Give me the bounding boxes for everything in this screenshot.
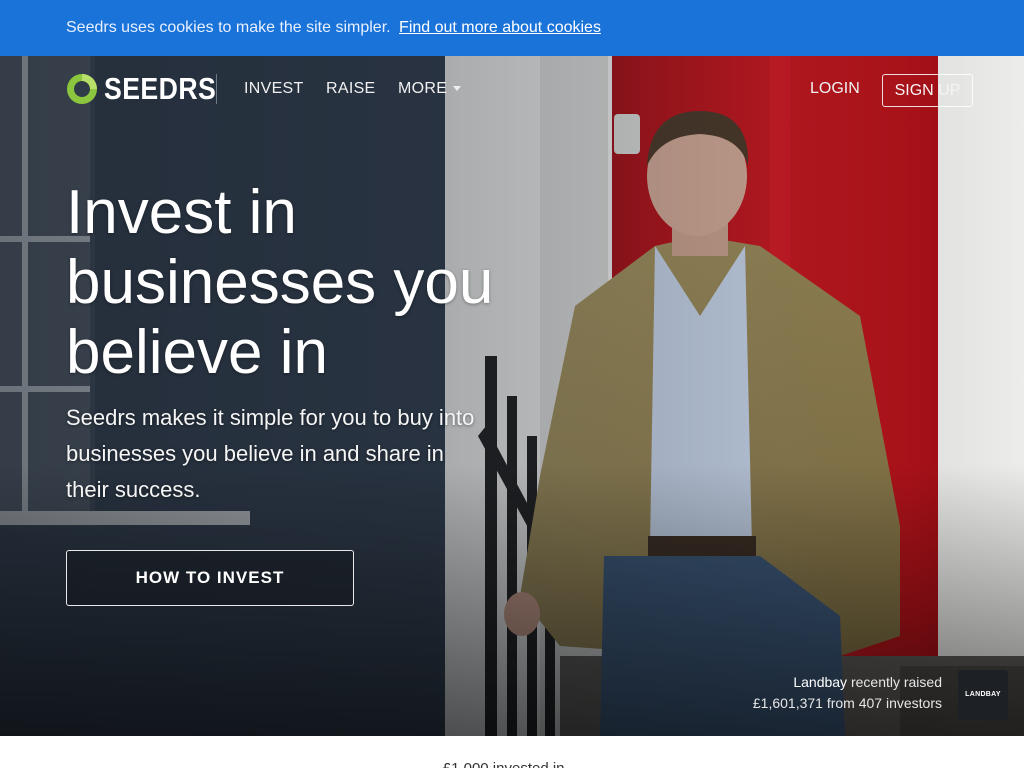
cookie-banner: Seedrs uses cookies to make the site sim… [0,0,1024,56]
nav-invest[interactable]: INVEST [244,80,304,98]
seedrs-logo-icon [67,74,97,104]
hero-section: SEEDRS INVEST RAISE MORE LOGIN SIGN UP I… [0,56,1024,736]
login-link[interactable]: LOGIN [810,80,860,98]
stats-strip: £1,000 invested in ... [0,736,1024,768]
recently-raised-caption[interactable]: Landbay recently raised £1,601,371 from … [753,672,942,714]
stats-strip-link[interactable]: ... [569,760,582,768]
hero-subhead: Seedrs makes it simple for you to buy in… [66,405,475,502]
seedrs-logo[interactable]: SEEDRS [66,71,234,106]
hero-headline: Invest in businesses you believe in [66,178,494,387]
raised-amount: £1,601,371 from 407 investors [752,695,942,711]
nav-more-label: MORE [398,80,448,97]
nav-divider [216,74,217,104]
signup-button[interactable]: SIGN UP [882,74,973,107]
caret-down-icon [453,86,462,92]
cookie-banner-text: Seedrs uses cookies to make the site sim… [66,19,391,36]
nav-raise[interactable]: RAISE [326,80,376,98]
raised-company: Landbay [793,674,848,690]
logo-wordmark: SEEDRS [104,71,217,106]
how-to-invest-button[interactable]: HOW TO INVEST [66,550,354,606]
nav-more-dropdown[interactable]: MORE [398,80,462,98]
raised-suffix: recently raised [850,674,942,690]
hero-background-image [0,56,1024,736]
cookie-info-link[interactable]: Find out more about cookies [399,19,601,36]
landbay-logo[interactable]: LANDBAY [958,670,1008,720]
stats-strip-text: £1,000 invested in [443,760,569,768]
